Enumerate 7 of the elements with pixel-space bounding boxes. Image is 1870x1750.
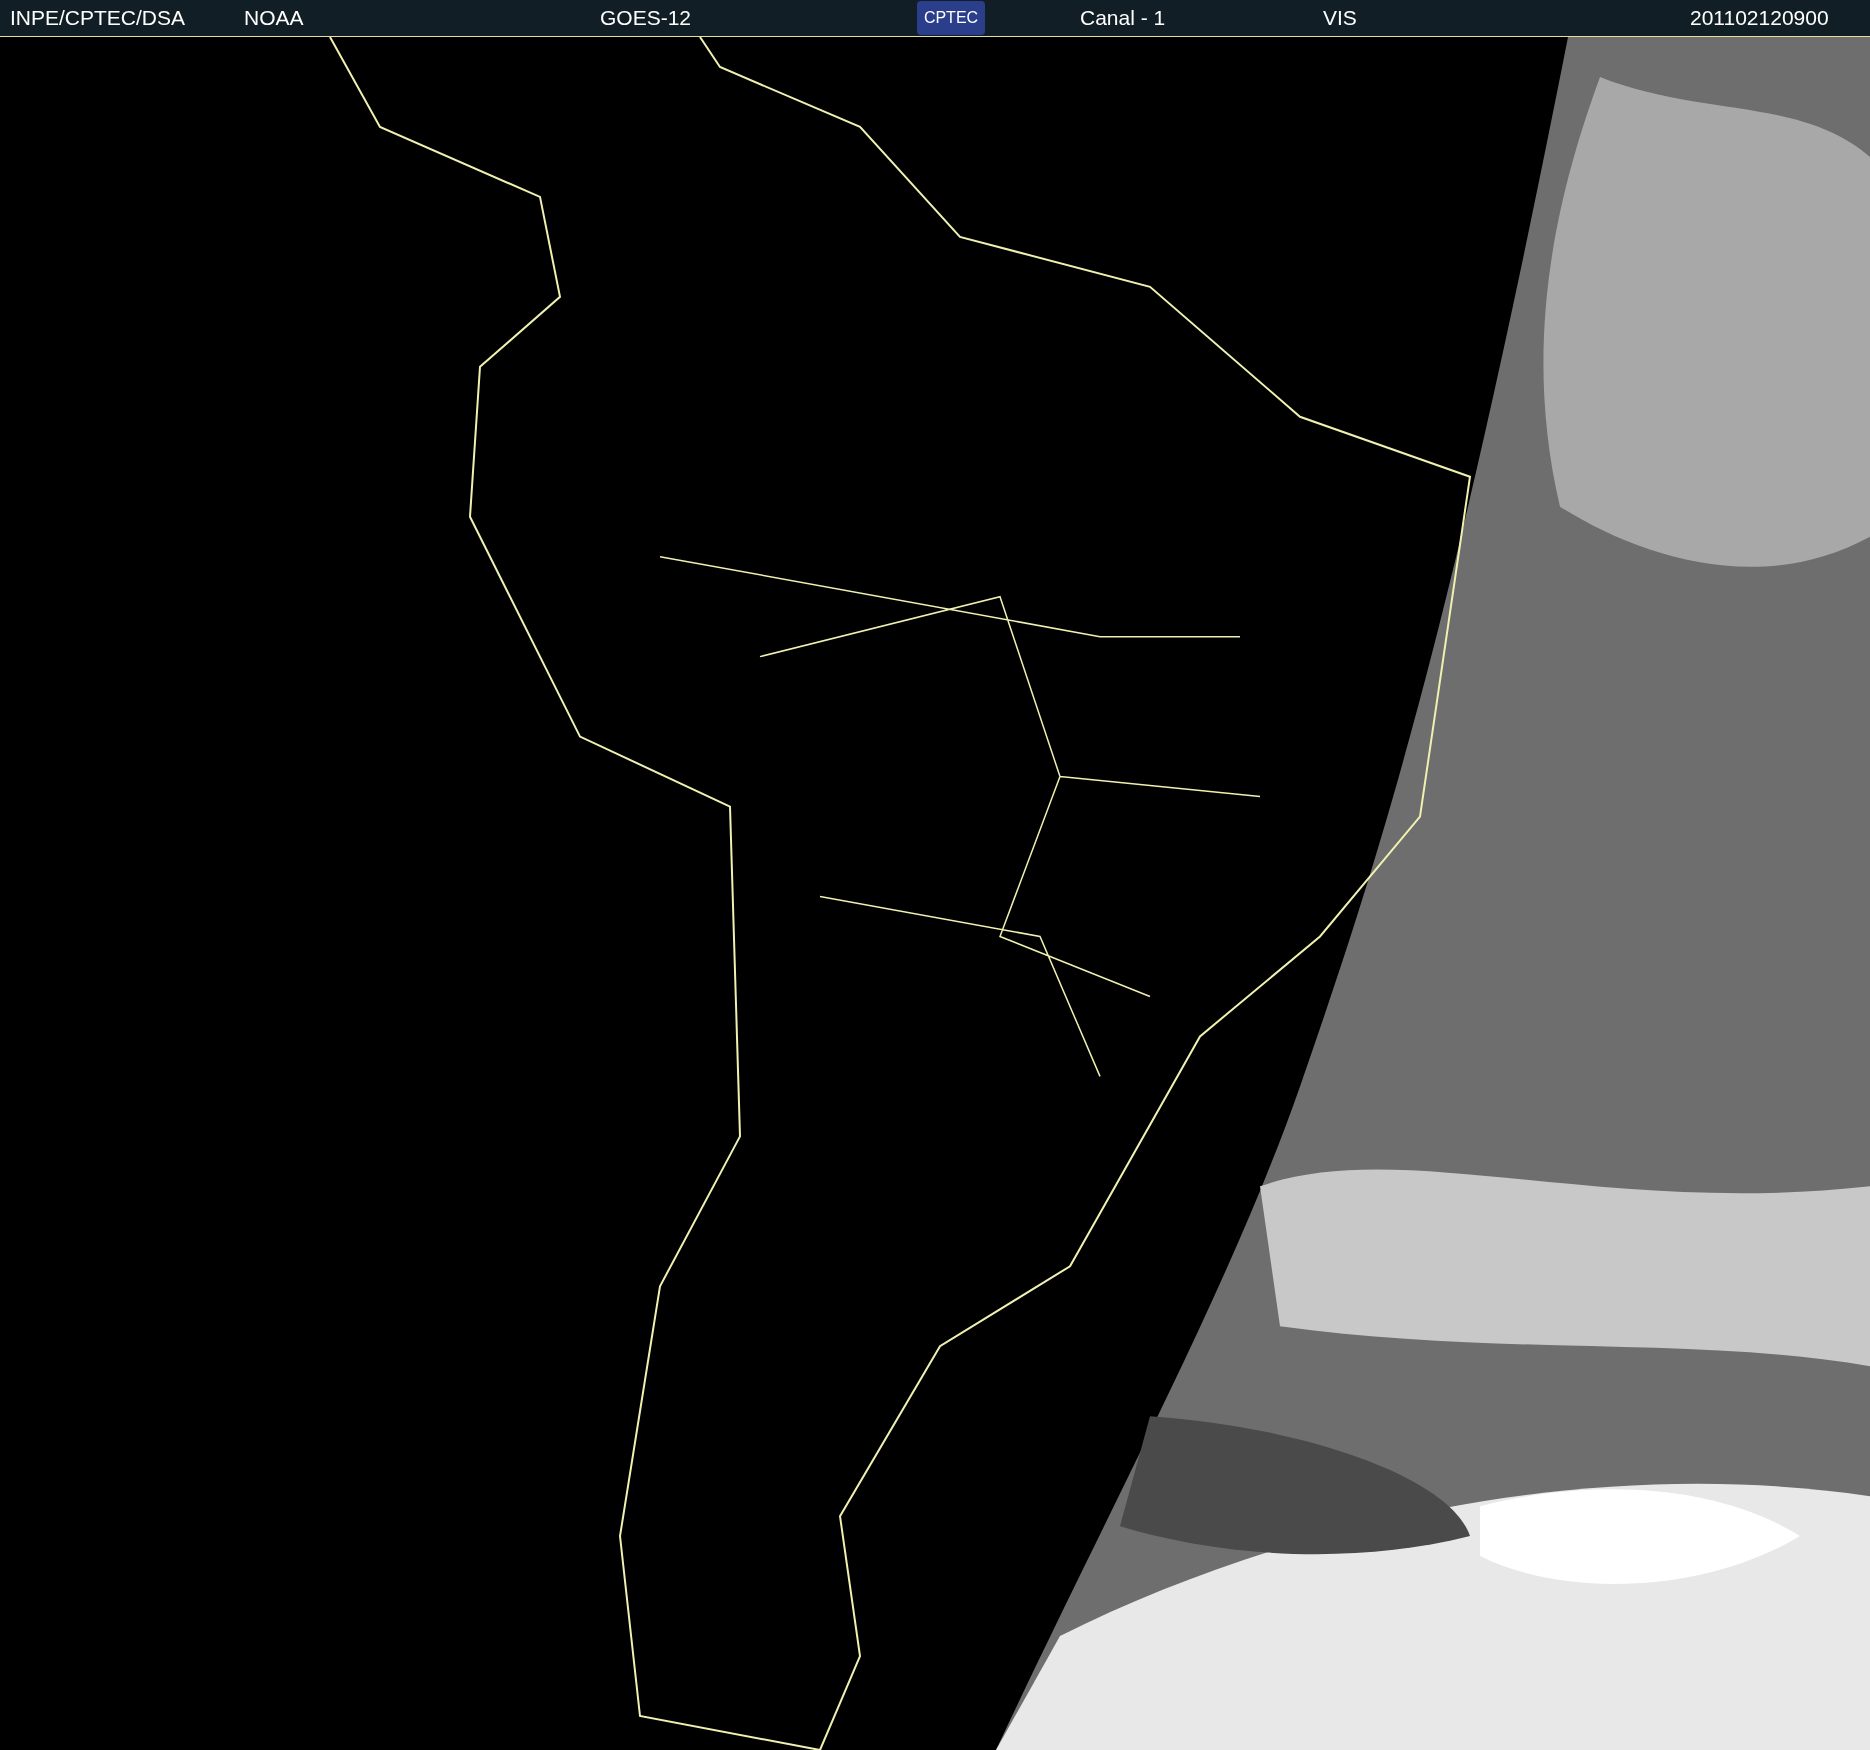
- satellite-label: GOES-12: [600, 6, 692, 30]
- band-label: VIS: [1323, 6, 1357, 30]
- logo: CPTEC: [917, 1, 985, 35]
- agency-label: INPE/CPTEC/DSA: [9, 6, 186, 30]
- source-label: NOAA: [244, 6, 304, 30]
- channel-label: Canal - 1: [1080, 6, 1166, 30]
- timestamp-label: 201102120900: [1690, 6, 1829, 30]
